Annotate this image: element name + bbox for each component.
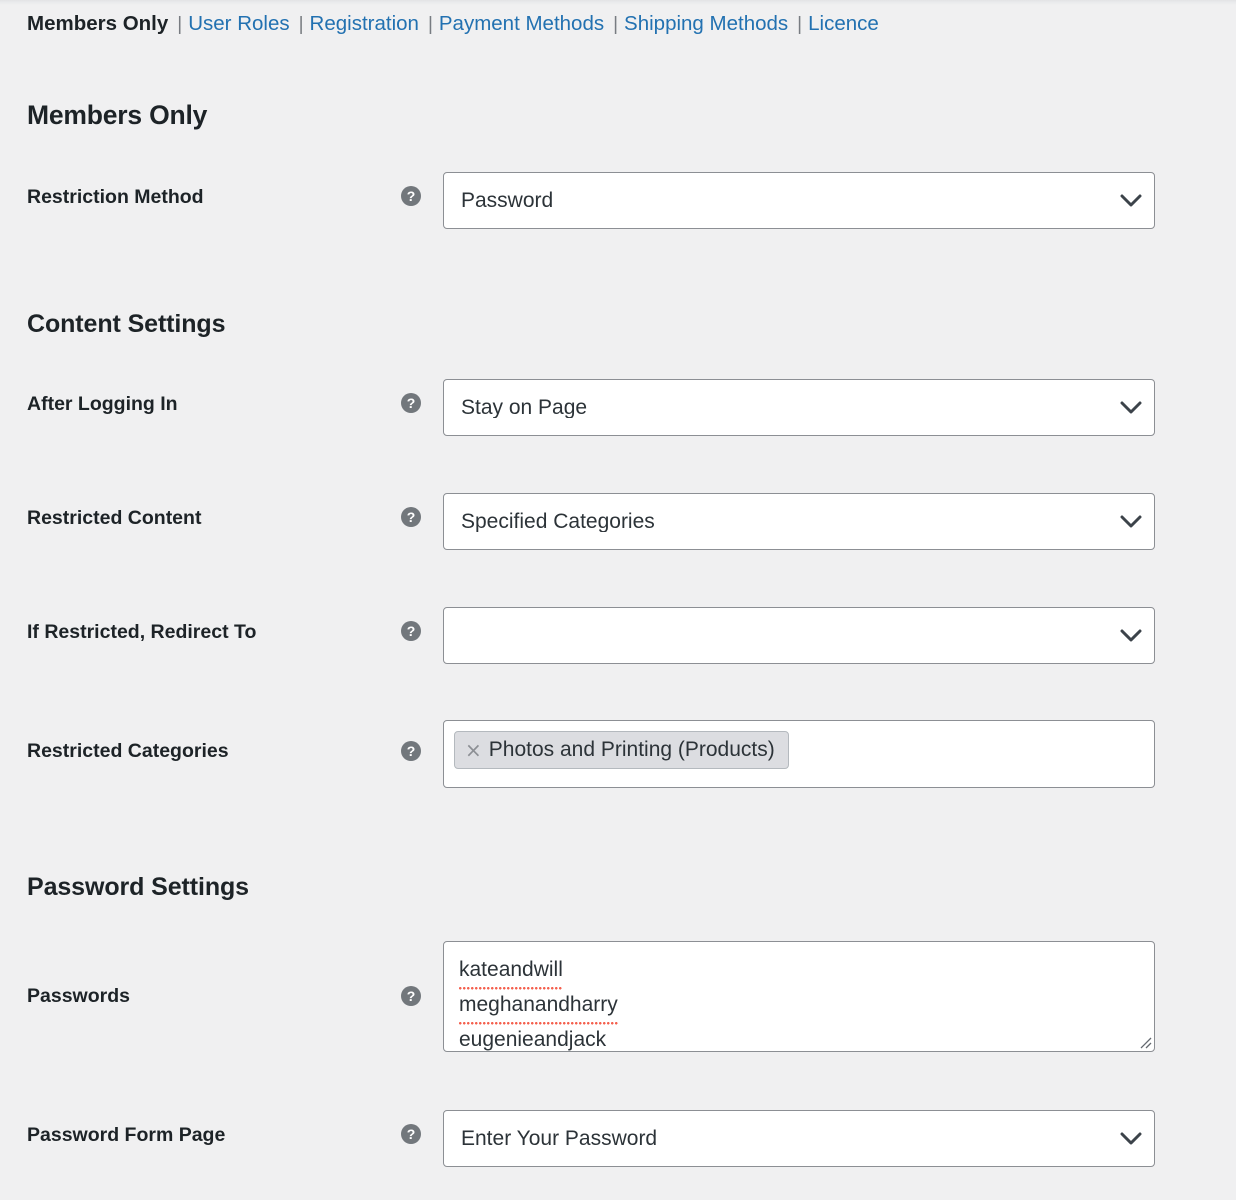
- nav-separator: |: [613, 14, 619, 35]
- help-icon-after-logging-in[interactable]: ?: [401, 393, 421, 413]
- nav-separator: |: [298, 14, 304, 35]
- password-entry: kateandwill: [459, 952, 563, 991]
- nav-item-payment-methods: Payment Methods: [439, 13, 604, 35]
- help-icon-restricted-content[interactable]: ?: [401, 507, 421, 527]
- label-password-form-page: Password Form Page: [27, 1124, 226, 1146]
- nav-link-payment-methods[interactable]: Payment Methods: [439, 13, 604, 35]
- help-icon-password-form-page[interactable]: ?: [401, 1124, 421, 1144]
- select-value-restricted-content: Specified Categories: [461, 511, 655, 532]
- nav-separator: |: [797, 14, 803, 35]
- password-entry: meghanandharry: [459, 987, 618, 1026]
- help-icon-if-restricted-redirect-to[interactable]: ?: [401, 621, 421, 641]
- label-restricted-categories: Restricted Categories: [27, 740, 229, 762]
- select-value-password-form-page: Enter Your Password: [461, 1128, 658, 1149]
- subsubsub-nav: Members Only | User Roles | Registration…: [27, 13, 879, 35]
- chevron-down-icon: [1108, 608, 1154, 663]
- nav-item-licence: Licence: [808, 13, 879, 35]
- textarea-line: kateandwill: [459, 952, 1142, 991]
- textarea-line: eugenieandjack: [459, 1022, 1142, 1051]
- nav-separator: |: [177, 14, 183, 35]
- chevron-down-icon: [1108, 173, 1154, 228]
- nav-item-registration: Registration: [310, 13, 419, 35]
- help-icon-passwords[interactable]: ?: [401, 986, 421, 1006]
- select-value-after-logging-in: Stay on Page: [461, 397, 588, 418]
- label-passwords: Passwords: [27, 985, 130, 1007]
- close-icon[interactable]: ×: [465, 740, 482, 760]
- nav-link-members-only[interactable]: Members Only: [27, 13, 168, 35]
- select-restriction-method[interactable]: Password: [443, 172, 1155, 229]
- resize-handle-icon[interactable]: [1136, 1033, 1152, 1049]
- nav-item-user-roles: User Roles: [188, 13, 289, 35]
- nav-link-user-roles[interactable]: User Roles: [188, 13, 289, 35]
- select-after-logging-in[interactable]: Stay on Page: [443, 379, 1155, 436]
- label-if-restricted-redirect-to: If Restricted, Redirect To: [27, 621, 257, 643]
- chevron-down-icon: [1108, 380, 1154, 435]
- select-restricted-content[interactable]: Specified Categories: [443, 493, 1155, 550]
- nav-item-members-only: Members Only: [27, 13, 168, 35]
- help-icon-restricted-categories[interactable]: ?: [401, 741, 421, 761]
- section-heading-content-settings: Content Settings: [27, 309, 226, 338]
- settings-page: Members Only | User Roles | Registration…: [0, 0, 1236, 1200]
- nav-link-licence[interactable]: Licence: [808, 13, 879, 35]
- top-divider: [0, 0, 1236, 5]
- password-entry: eugenieandjack: [459, 1022, 607, 1051]
- page-title: Members Only: [27, 99, 208, 130]
- label-restriction-method: Restriction Method: [27, 186, 204, 208]
- select-password-form-page[interactable]: Enter Your Password: [443, 1110, 1155, 1167]
- help-icon-restriction-method[interactable]: ?: [401, 186, 421, 206]
- textarea-line: meghanandharry: [459, 987, 1142, 1026]
- chevron-down-icon: [1108, 1111, 1154, 1166]
- nav-link-shipping-methods[interactable]: Shipping Methods: [624, 13, 788, 35]
- nav-link-registration[interactable]: Registration: [310, 13, 419, 35]
- chip-label: Photos and Printing (Products): [488, 738, 775, 761]
- select-value-restriction-method: Password: [461, 190, 554, 211]
- section-heading-password-settings: Password Settings: [27, 872, 249, 901]
- nav-item-shipping-methods: Shipping Methods: [624, 13, 788, 35]
- chip-restricted-category[interactable]: × Photos and Printing (Products): [454, 731, 789, 769]
- chevron-down-icon: [1108, 494, 1154, 549]
- label-restricted-content: Restricted Content: [27, 507, 202, 529]
- select-if-restricted-redirect-to[interactable]: [443, 607, 1155, 664]
- multiselect-restricted-categories[interactable]: × Photos and Printing (Products): [443, 720, 1155, 788]
- nav-separator: |: [427, 14, 433, 35]
- textarea-passwords[interactable]: kateandwill meghanandharry eugenieandjac…: [443, 941, 1155, 1052]
- label-after-logging-in: After Logging In: [27, 393, 178, 415]
